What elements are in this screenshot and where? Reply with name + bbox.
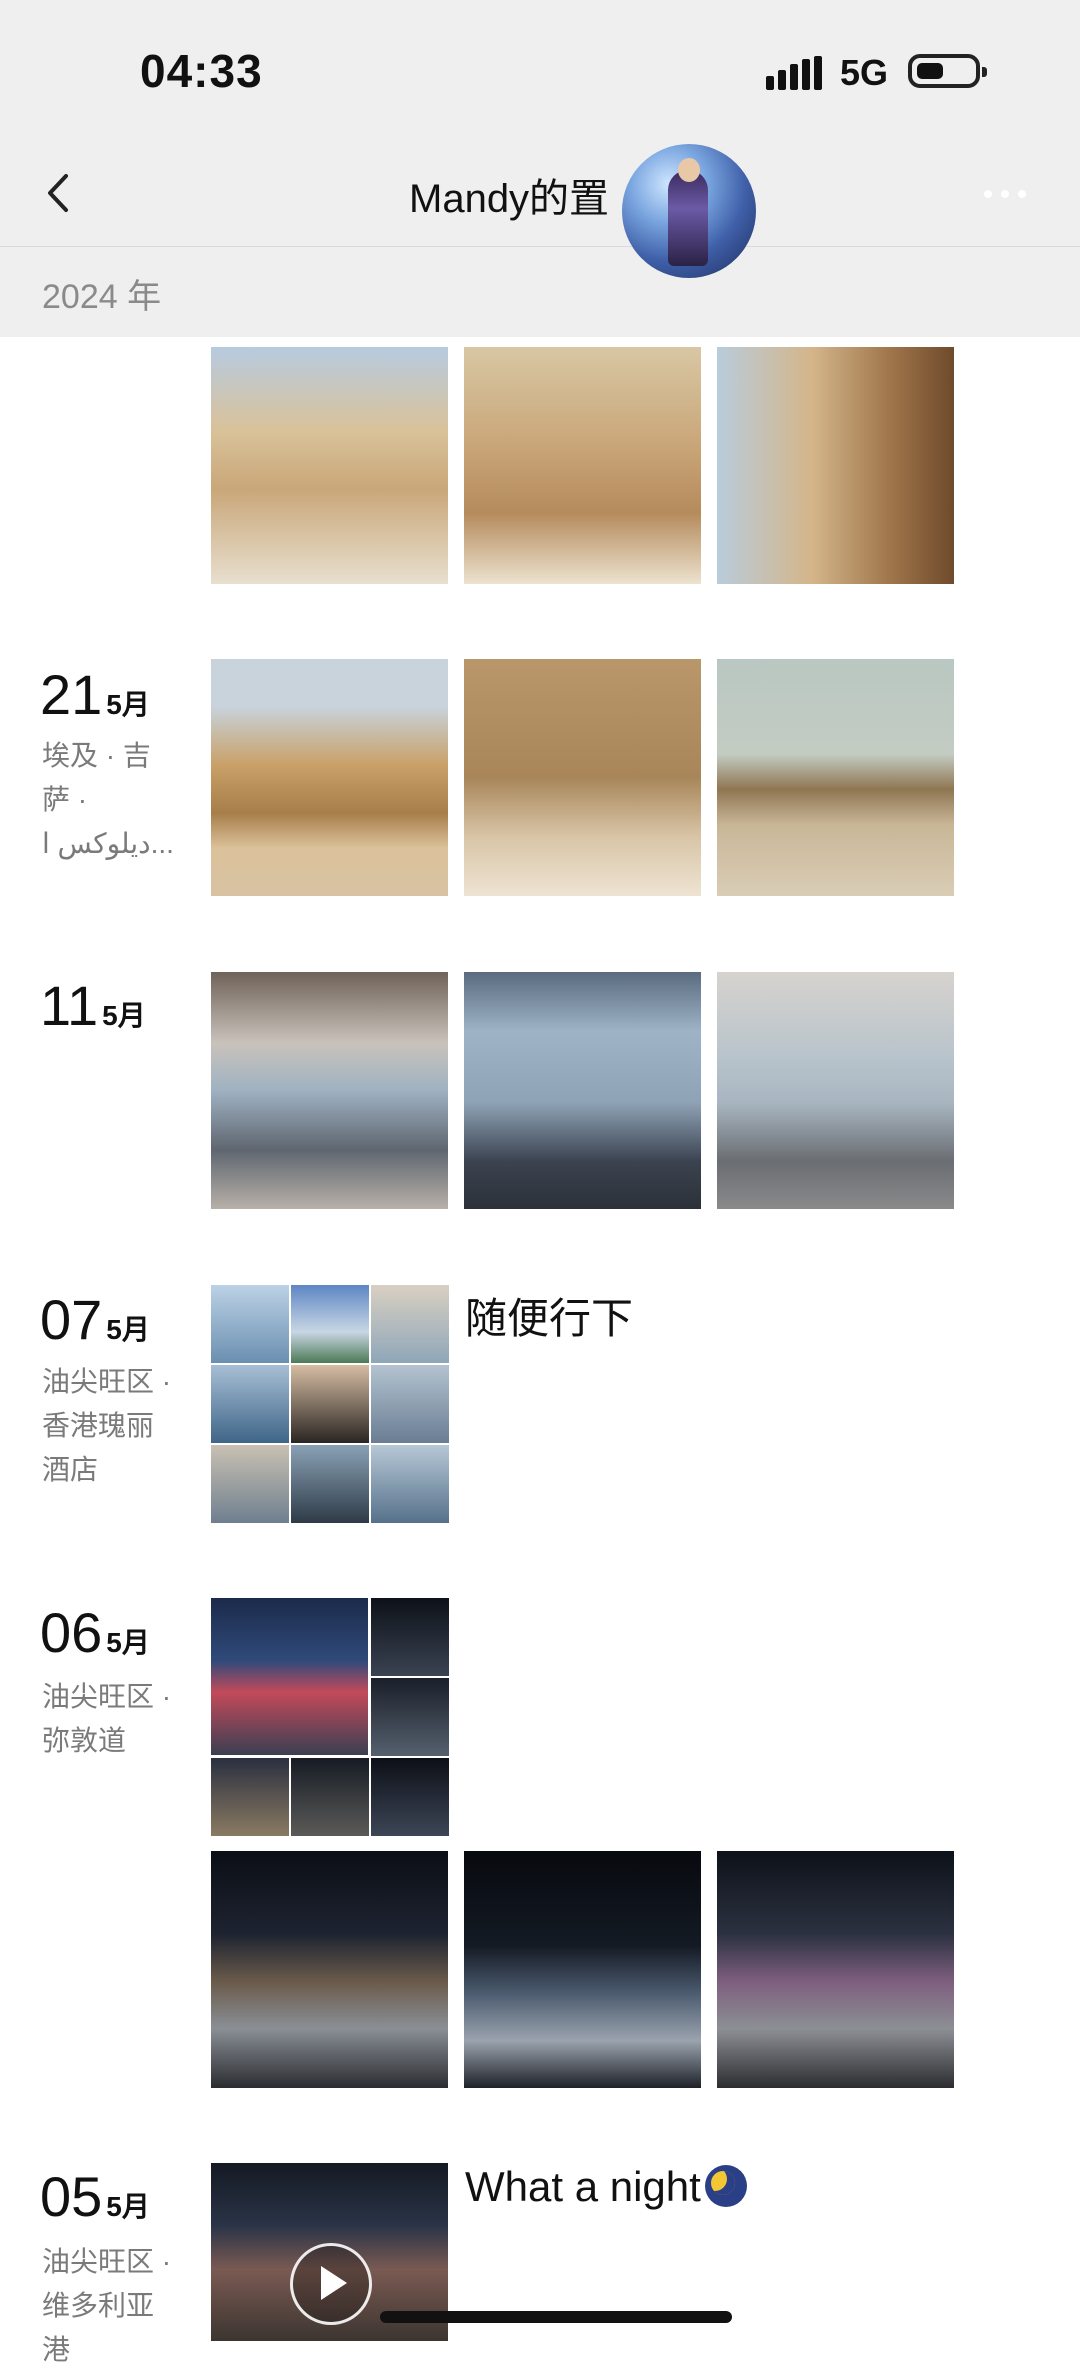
photo-thumbnail[interactable]	[464, 972, 701, 1209]
photo-thumbnail[interactable]	[717, 347, 954, 584]
photo-thumbnail[interactable]	[371, 1678, 449, 1756]
photo-thumbnail[interactable]	[211, 1851, 448, 2088]
profile-avatar[interactable]	[622, 144, 756, 278]
photo-thumbnail[interactable]	[717, 659, 954, 896]
status-time: 04:33	[140, 45, 263, 97]
year-header: 2024 年	[0, 247, 1080, 337]
entry-date: 07 5月	[40, 1288, 150, 1351]
photo-thumbnail[interactable]	[211, 1598, 368, 1755]
photo-thumbnail[interactable]	[464, 659, 701, 896]
status-bar: 04:33 5G	[0, 0, 1080, 140]
battery-icon	[908, 54, 987, 88]
entry-date: 21 5月	[40, 663, 150, 726]
photo-thumbnail[interactable]	[464, 1851, 701, 2088]
photo-thumbnail[interactable]	[211, 347, 448, 584]
photo-thumbnail[interactable]	[464, 347, 701, 584]
photo-thumbnail[interactable]	[211, 972, 448, 1209]
entry-location: 油尖旺区 · 弥敦道	[42, 1681, 172, 1756]
year-label: 2024 年	[42, 278, 162, 316]
photo-thumbnail[interactable]	[371, 1598, 449, 1676]
page-title: Mandy的置	[409, 177, 610, 221]
photo-thumbnail[interactable]	[291, 1365, 369, 1443]
photo-thumbnail[interactable]	[211, 1285, 289, 1363]
nav-bar: Mandy的置	[0, 140, 1080, 247]
signal-icon	[766, 56, 822, 90]
photo-thumbnail[interactable]	[291, 1758, 369, 1836]
entry-caption: 随便行下	[465, 1295, 634, 1342]
photo-thumbnail[interactable]	[211, 1365, 289, 1443]
entry-location: 埃及 · 吉萨 · ديلوكس ا...	[42, 740, 174, 859]
home-indicator	[380, 2311, 732, 2323]
photo-thumbnail[interactable]	[211, 1758, 289, 1836]
entry-date: 05 5月	[40, 2165, 150, 2228]
back-arrow-icon[interactable]	[36, 168, 86, 218]
photo-thumbnail[interactable]	[717, 972, 954, 1209]
photo-thumbnail[interactable]	[371, 1285, 449, 1363]
photo-thumbnail[interactable]	[291, 1285, 369, 1363]
photo-thumbnail[interactable]	[291, 1445, 369, 1523]
photo-thumbnail[interactable]	[211, 659, 448, 896]
entry-date: 06 5月	[40, 1601, 150, 1664]
entry-date: 11 5月	[40, 974, 146, 1037]
entry-caption: What a night	[465, 2163, 747, 2211]
entry-location: 油尖旺区 · 维多利亚港	[42, 2246, 172, 2365]
photo-thumbnail[interactable]	[717, 1851, 954, 2088]
play-icon[interactable]	[290, 2243, 372, 2325]
crescent-moon-emoji	[704, 2165, 747, 2207]
more-options-icon[interactable]	[980, 184, 1030, 204]
entry-location: 油尖旺区 · 香港瑰丽 酒店	[42, 1366, 172, 1485]
photo-thumbnail[interactable]	[371, 1445, 449, 1523]
photo-thumbnail[interactable]	[211, 1445, 289, 1523]
network-type: 5G	[840, 52, 889, 93]
photo-thumbnail[interactable]	[371, 1365, 449, 1443]
photo-thumbnail[interactable]	[371, 1758, 449, 1836]
